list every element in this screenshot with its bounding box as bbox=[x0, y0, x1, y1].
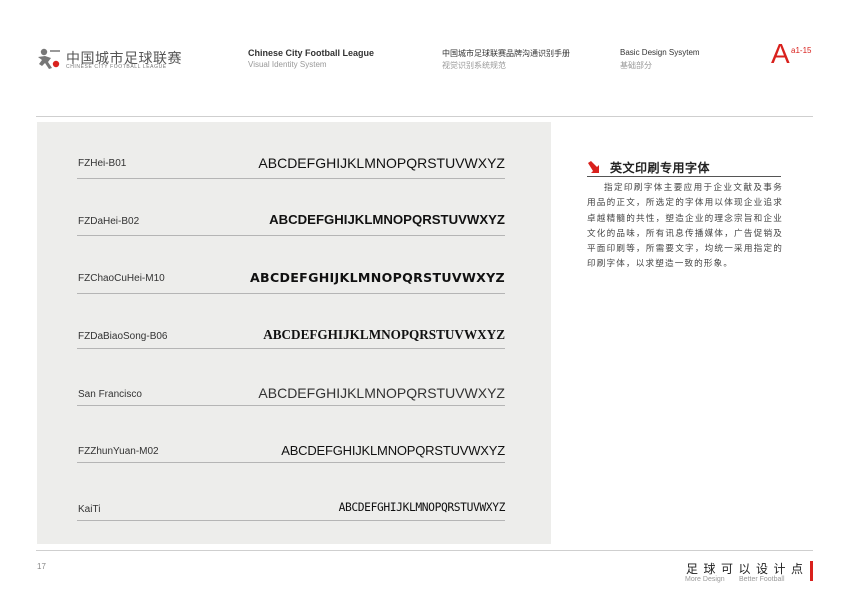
font-name-fzdabiaosong: FZDaBiaoSong-B06 bbox=[78, 331, 168, 342]
header-col2-subtitle: 视觉识别系统规范 bbox=[442, 61, 506, 70]
font-sample-fzdabiaosong: ABCDEFGHIJKLMNOPQRSTUVWXYZ bbox=[263, 327, 505, 342]
header-col3-subtitle: 基础部分 bbox=[620, 61, 652, 70]
row-divider bbox=[77, 348, 505, 349]
page-number: 17 bbox=[37, 562, 46, 571]
font-sample-fzhei: ABCDEFGHIJKLMNOPQRSTUVWXYZ bbox=[258, 155, 505, 171]
font-name-fzdahei: FZDaHei-B02 bbox=[78, 216, 140, 227]
font-sample-fzchaocuhei: ABCDEFGHIJKLMNOPQRSTUVWXYZ bbox=[250, 270, 505, 285]
font-sample-san-francisco: ABCDEFGHIJKLMNOPQRSTUVWXYZ bbox=[258, 385, 505, 401]
football-player-icon bbox=[38, 48, 60, 69]
section-title: 英文印刷专用字体 bbox=[610, 161, 711, 175]
accent-bar bbox=[810, 561, 813, 581]
row-divider bbox=[77, 293, 505, 294]
font-name-fzzhunyuan: FZZhunYuan-M02 bbox=[78, 446, 159, 457]
row-divider bbox=[77, 520, 505, 521]
font-name-fzhei: FZHei-B01 bbox=[78, 158, 127, 169]
slogan-cn: 足球可以设计点 bbox=[686, 562, 809, 576]
row-divider bbox=[77, 235, 505, 236]
header-col1-subtitle: Visual Identity System bbox=[248, 60, 327, 69]
font-sample-kaiti: ABCDEFGHIJKLMNOPQRSTUVWXYZ bbox=[338, 501, 506, 514]
red-arrow-icon bbox=[588, 161, 599, 173]
header-col2-title: 中国城市足球联赛品牌沟通识别手册 bbox=[442, 49, 570, 58]
section-underline bbox=[587, 176, 781, 177]
header-col3-title: Basic Design Sysytem bbox=[620, 48, 700, 57]
row-divider bbox=[77, 462, 505, 463]
font-sample-fzdahei: ABCDEFGHIJKLMNOPQRSTUVWXYZ bbox=[269, 212, 505, 227]
row-divider bbox=[77, 405, 505, 406]
footer-divider bbox=[36, 550, 813, 551]
header-divider bbox=[36, 116, 813, 117]
section-body: 指定印刷字体主要应用于企业文献及事务用品的正文，所选定的字体用以体现企业追求卓越… bbox=[587, 182, 783, 269]
font-name-fzchaocuhei: FZChaoCuHei-M10 bbox=[78, 273, 165, 284]
font-name-kaiti: KaiTi bbox=[78, 504, 101, 515]
font-sample-fzzhunyuan: ABCDEFGHIJKLMNOPQRSTUVWXYZ bbox=[281, 443, 505, 458]
page-code: a1-15 bbox=[791, 46, 812, 55]
row-divider bbox=[77, 178, 505, 179]
slogan-en-better-football: Better Football bbox=[739, 576, 785, 583]
header-col1-title: Chinese City Football League bbox=[248, 48, 375, 58]
font-name-san-francisco: San Francisco bbox=[78, 389, 142, 400]
brand-name-en: CHINESE CITY FOOTBALL LEAGUE bbox=[66, 64, 167, 70]
section-letter: A bbox=[771, 38, 790, 69]
slogan-en-more-design: More Design bbox=[685, 576, 725, 583]
